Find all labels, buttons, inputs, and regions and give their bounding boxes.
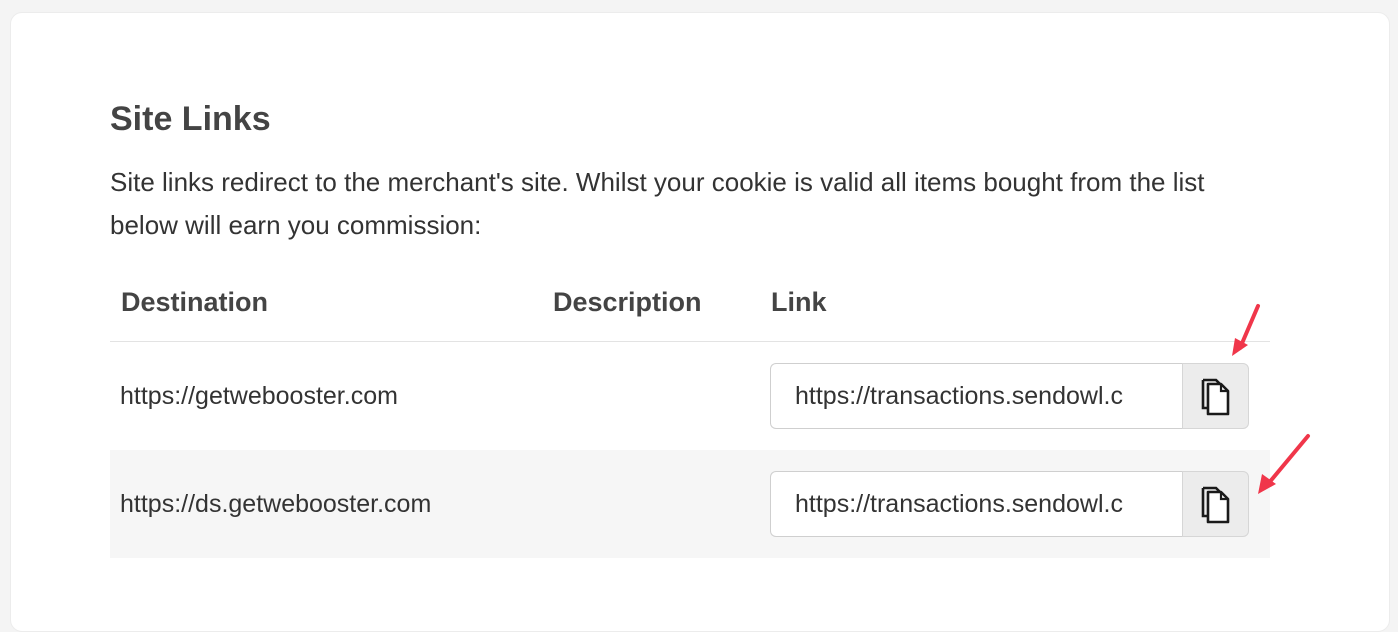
- table-row: https://getwebooster.com: [110, 342, 1270, 450]
- section-description: Site links redirect to the merchant's si…: [110, 167, 1205, 240]
- copy-link-button[interactable]: [1182, 363, 1249, 429]
- table-row: https://ds.getwebooster.com: [110, 450, 1270, 558]
- copy-icon: [1199, 375, 1233, 417]
- link-input[interactable]: [770, 471, 1182, 537]
- header-destination: Destination: [121, 287, 269, 317]
- link-field-group: [770, 471, 1249, 537]
- red-arrow-annotation: [1258, 434, 1310, 494]
- destination-cell: https://getwebooster.com: [120, 382, 398, 410]
- header-link: Link: [771, 287, 827, 317]
- destination-cell: https://ds.getwebooster.com: [120, 490, 432, 518]
- link-input[interactable]: [770, 363, 1182, 429]
- site-links-table: Destination Description Link https://get…: [110, 282, 1270, 558]
- table-header: Destination Description Link: [110, 282, 1270, 342]
- copy-icon: [1199, 483, 1233, 525]
- copy-link-button[interactable]: [1182, 471, 1249, 537]
- red-arrow-annotation: [1232, 304, 1260, 356]
- section-title: Site Links: [110, 100, 271, 138]
- link-field-group: [770, 363, 1249, 429]
- header-description: Description: [553, 287, 702, 317]
